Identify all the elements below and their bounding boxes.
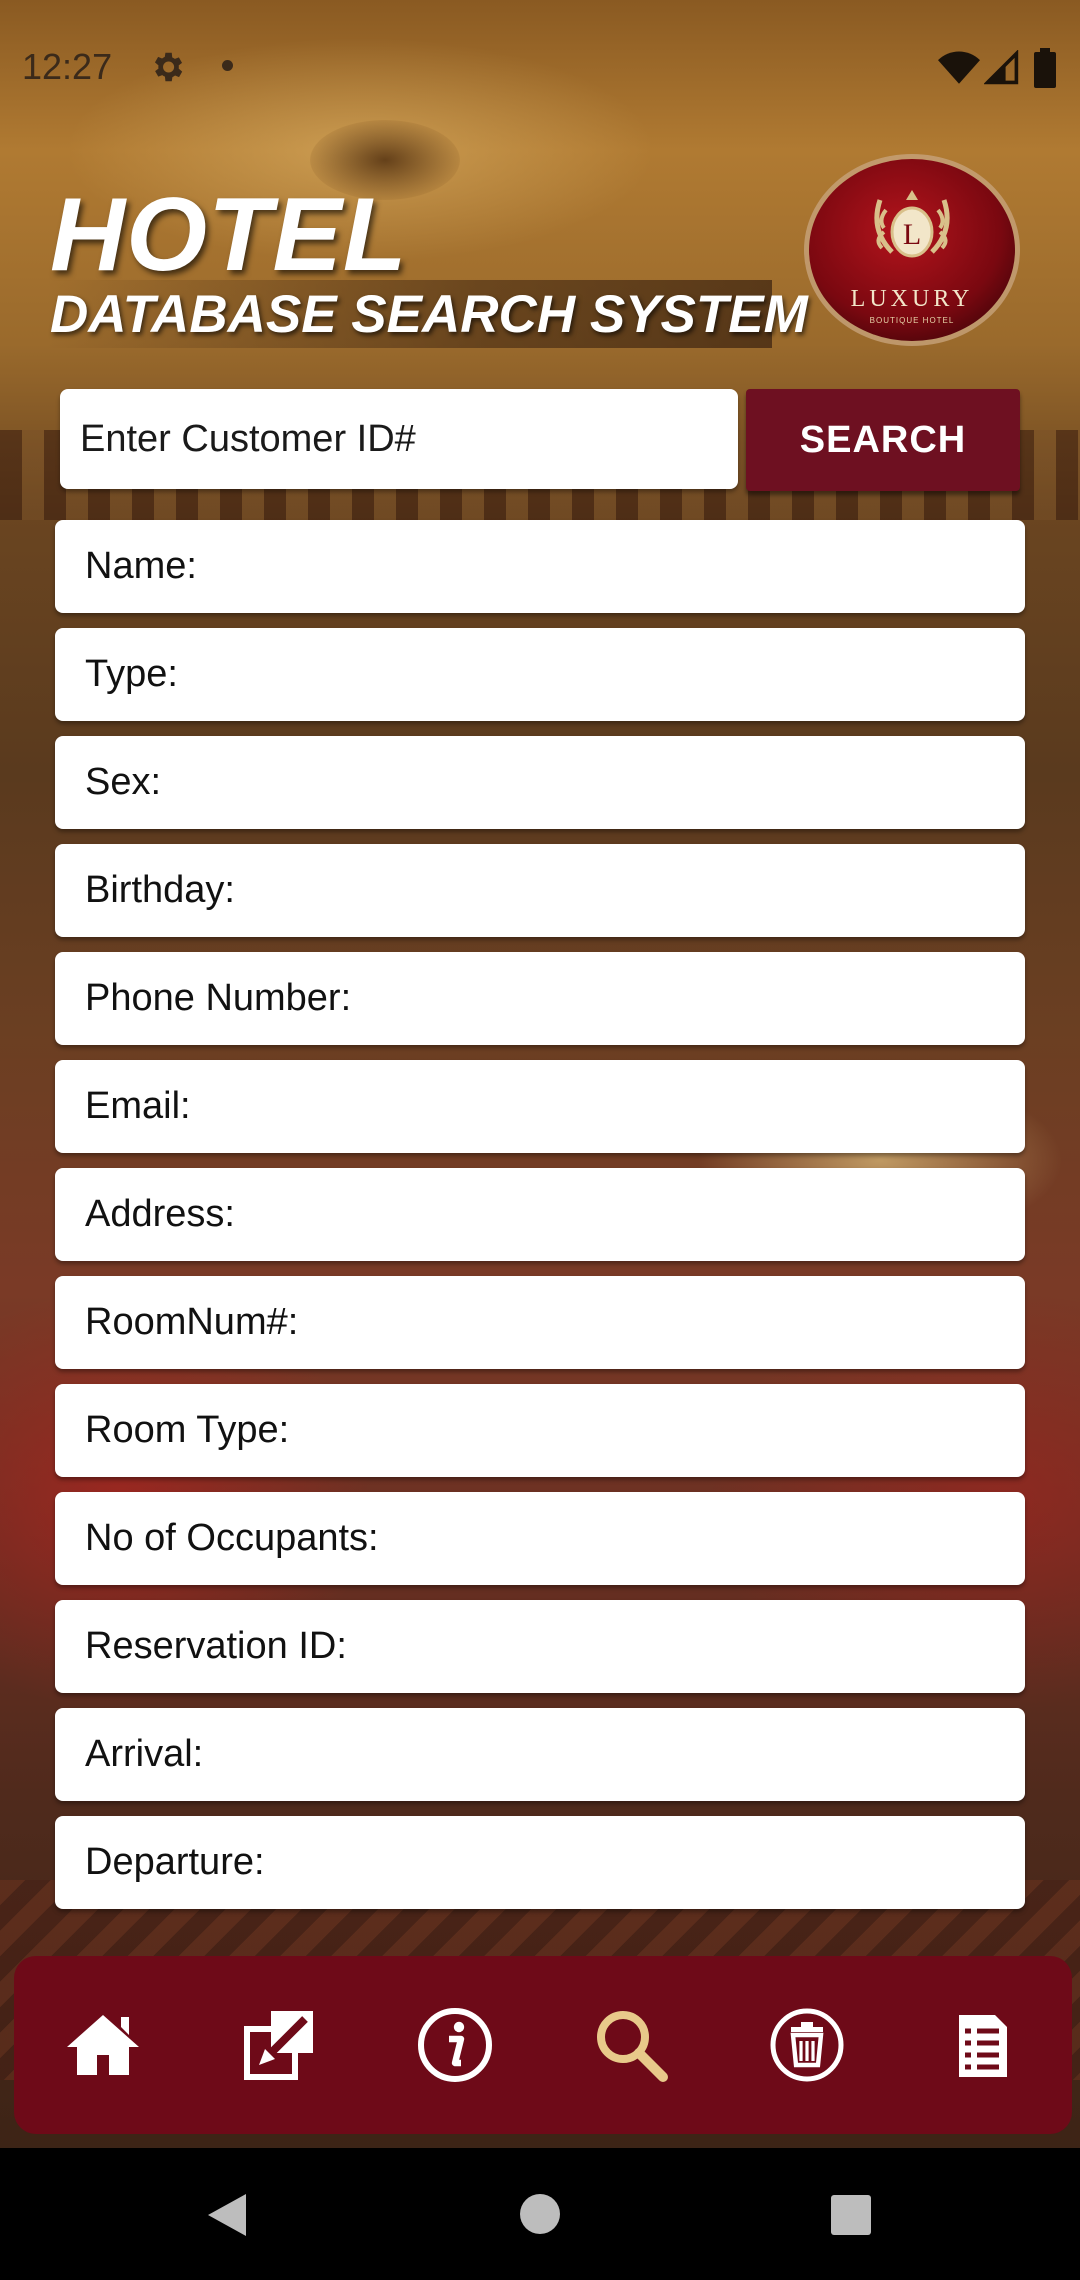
search-button[interactable]: SEARCH <box>746 389 1020 491</box>
customer-id-field[interactable] <box>60 389 738 489</box>
nav-info[interactable] <box>412 2002 498 2088</box>
notification-dot-icon <box>222 60 233 71</box>
battery-icon <box>1034 48 1056 88</box>
customer-id-input[interactable] <box>60 389 738 489</box>
app-subtitle: DATABASE SEARCH SYSTEM <box>50 285 808 344</box>
status-time: 12:27 <box>22 46 113 87</box>
name-field: Name: <box>55 520 1025 613</box>
wifi-icon <box>938 51 980 84</box>
logo-name: LUXURY <box>851 286 974 312</box>
logo-letter: L <box>903 218 921 251</box>
nav-edit[interactable] <box>236 2002 322 2088</box>
departure-field: Departure: <box>55 1816 1025 1909</box>
list-icon <box>959 2015 1007 2077</box>
sex-field: Sex: <box>55 736 1025 829</box>
bottom-navigation <box>14 1956 1072 2134</box>
hotel-logo: L LUXURY BOUTIQUE HOTEL <box>804 154 1020 346</box>
customer-details-list: Name: Type: Sex: Birthday: Phone Number:… <box>55 520 1025 1924</box>
arrival-field: Arrival: <box>55 1708 1025 1801</box>
edit-icon <box>244 2011 313 2080</box>
nav-list[interactable] <box>940 2002 1026 2088</box>
delete-icon <box>770 2008 844 2082</box>
email-field: Email: <box>55 1060 1025 1153</box>
info-icon <box>418 2008 492 2082</box>
logo-tagline: BOUTIQUE HOTEL <box>870 316 955 325</box>
status-bar: 12:27 <box>0 0 1080 134</box>
type-field: Type: <box>55 628 1025 721</box>
back-triangle-icon[interactable] <box>204 2190 250 2240</box>
nav-home[interactable] <box>60 2002 146 2088</box>
address-field: Address: <box>55 1168 1025 1261</box>
settings-gear-icon <box>154 52 183 82</box>
room-number-field: RoomNum#: <box>55 1276 1025 1369</box>
home-icon <box>67 2015 139 2075</box>
reservation-id-field: Reservation ID: <box>55 1600 1025 1693</box>
phone-number-field: Phone Number: <box>55 952 1025 1045</box>
search-icon <box>597 2011 668 2082</box>
home-circle-icon[interactable] <box>518 2192 562 2236</box>
room-type-field: Room Type: <box>55 1384 1025 1477</box>
nav-delete[interactable] <box>764 2002 850 2088</box>
occupants-field: No of Occupants: <box>55 1492 1025 1585</box>
birthday-field: Birthday: <box>55 844 1025 937</box>
nav-search[interactable] <box>588 2002 674 2088</box>
app-title: HOTEL <box>50 177 408 293</box>
recents-square-icon[interactable] <box>830 2194 872 2236</box>
cellular-signal-icon <box>984 50 1019 85</box>
